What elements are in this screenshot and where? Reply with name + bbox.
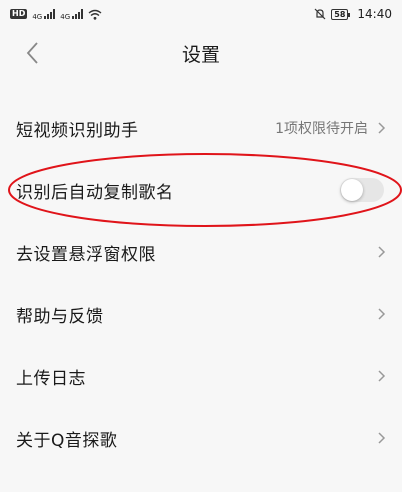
settings-item-label: 去设置悬浮窗权限 bbox=[16, 244, 156, 265]
settings-item-video-assistant[interactable]: 短视频识别助手 1项权限待开启 bbox=[0, 97, 402, 159]
status-time: 14:40 bbox=[357, 7, 392, 21]
settings-item-label: 短视频识别助手 bbox=[16, 120, 139, 141]
settings-item-about[interactable]: 关于Q音探歌 bbox=[0, 407, 402, 469]
settings-item-upload-log[interactable]: 上传日志 bbox=[0, 345, 402, 407]
status-bar-left: HD 4G 4G bbox=[10, 8, 102, 21]
signal-icon-2 bbox=[72, 9, 84, 19]
status-bar: HD 4G 4G 58 14:40 bbox=[0, 0, 402, 28]
status-bar-right: 58 14:40 bbox=[314, 7, 392, 21]
settings-item-label: 上传日志 bbox=[16, 368, 86, 389]
settings-list: 短视频识别助手 1项权限待开启 识别后自动复制歌名 去设置悬浮窗权限 帮助与反馈… bbox=[0, 97, 402, 469]
settings-item-auto-copy: 识别后自动复制歌名 bbox=[0, 159, 402, 221]
battery-indicator: 58 bbox=[331, 8, 351, 20]
settings-item-label: 帮助与反馈 bbox=[16, 306, 104, 327]
chevron-right-icon bbox=[378, 246, 386, 258]
chevron-right-icon bbox=[378, 432, 386, 444]
mute-icon bbox=[314, 8, 326, 20]
auto-copy-toggle[interactable] bbox=[340, 178, 384, 202]
chevron-right-icon bbox=[378, 370, 386, 382]
chevron-left-icon[interactable] bbox=[20, 38, 46, 68]
page-title: 设置 bbox=[181, 43, 220, 66]
settings-item-floating-window[interactable]: 去设置悬浮窗权限 bbox=[0, 221, 402, 283]
permission-status-text: 1项权限待开启 bbox=[275, 121, 368, 137]
settings-item-label: 关于Q音探歌 bbox=[16, 430, 118, 451]
wifi-icon bbox=[88, 9, 102, 20]
chevron-right-icon bbox=[378, 122, 386, 134]
network-type-2: 4G bbox=[60, 12, 71, 21]
navigation-bar: 设置 bbox=[0, 28, 402, 78]
signal-icon bbox=[44, 9, 56, 19]
toggle-knob bbox=[341, 179, 363, 201]
network-type-1: 4G bbox=[32, 12, 43, 21]
settings-item-help-feedback[interactable]: 帮助与反馈 bbox=[0, 283, 402, 345]
settings-item-label: 识别后自动复制歌名 bbox=[16, 182, 174, 203]
chevron-right-icon bbox=[378, 308, 386, 320]
settings-item-right: 1项权限待开启 bbox=[275, 118, 386, 138]
hd-badge: HD bbox=[10, 9, 28, 19]
